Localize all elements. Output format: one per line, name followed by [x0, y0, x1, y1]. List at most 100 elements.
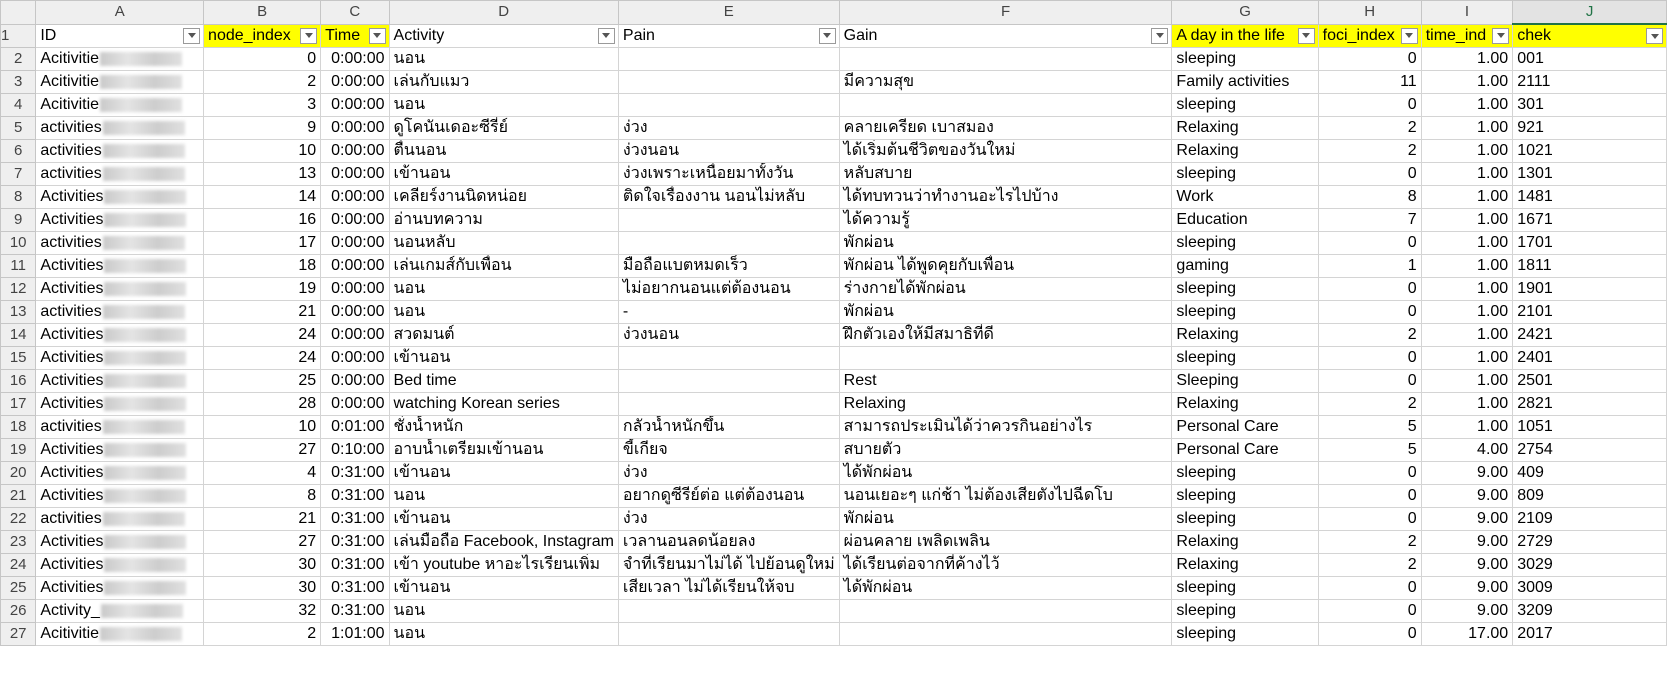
column-header-g[interactable]: G: [1171, 0, 1319, 25]
cell-time-index[interactable]: 1.00: [1420, 300, 1514, 324]
cell-id[interactable]: Activities: [35, 461, 205, 485]
cell-id[interactable]: Activities: [35, 484, 205, 508]
row-number[interactable]: 3: [0, 70, 37, 94]
cell-node-index[interactable]: 18: [203, 254, 322, 278]
cell-pain[interactable]: ติดใจเรื่องงาน นอนไม่หลับ: [617, 185, 840, 209]
cell-node-index[interactable]: 4: [203, 461, 322, 485]
cell-id[interactable]: Activities: [35, 346, 205, 370]
cell-id[interactable]: Activity_: [35, 599, 205, 623]
cell-time[interactable]: 0:00:00: [320, 139, 390, 163]
cell-pain[interactable]: ง่วงเพราะเหนื่อยมาทั้งวัน: [617, 162, 840, 186]
cell-day-in-life[interactable]: sleeping: [1171, 622, 1319, 646]
cell-activity[interactable]: เข้านอน: [388, 461, 619, 485]
cell-gain[interactable]: พักผ่อน ได้พูดคุยกับเพื่อน: [838, 254, 1173, 278]
cell-foci-index[interactable]: 0: [1317, 231, 1422, 255]
cell-node-index[interactable]: 17: [203, 231, 322, 255]
cell-foci-index[interactable]: 0: [1317, 622, 1422, 646]
cell-time-index[interactable]: 9.00: [1420, 507, 1514, 531]
cell-time[interactable]: 0:00:00: [320, 47, 390, 71]
row-number[interactable]: 24: [0, 553, 37, 577]
cell-pain[interactable]: เสียเวลา ไม่ได้เรียนให้จบ: [617, 576, 840, 600]
cell-foci-index[interactable]: 0: [1317, 47, 1422, 71]
cell-pain[interactable]: จำที่เรียนมาไม่ได้ ไปย้อนดูใหม่: [617, 553, 840, 577]
cell-time-index[interactable]: 1.00: [1420, 369, 1514, 393]
cell-foci-index[interactable]: 2: [1317, 553, 1422, 577]
cell-chek[interactable]: 1051: [1512, 415, 1667, 439]
cell-chek[interactable]: 301: [1512, 93, 1667, 117]
column-header-d[interactable]: D: [388, 0, 619, 25]
column-header-h[interactable]: H: [1317, 0, 1422, 25]
cell-gain[interactable]: มีความสุข: [838, 70, 1173, 94]
cell-time-index[interactable]: 9.00: [1420, 461, 1514, 485]
cell-time[interactable]: 0:00:00: [320, 369, 390, 393]
cell-foci-index[interactable]: 0: [1317, 93, 1422, 117]
row-number[interactable]: 22: [0, 507, 37, 531]
cell-id[interactable]: Activities: [35, 576, 205, 600]
cell-foci-index[interactable]: 8: [1317, 185, 1422, 209]
cell-chek[interactable]: 2421: [1512, 323, 1667, 347]
cell-time[interactable]: 0:00:00: [320, 392, 390, 416]
cell-foci-index[interactable]: 5: [1317, 438, 1422, 462]
cell-gain[interactable]: ได้เรียนต่อจากที่ค้างไว้: [838, 553, 1173, 577]
cell-chek[interactable]: 1901: [1512, 277, 1667, 301]
cell-id[interactable]: Acitivitie: [35, 93, 205, 117]
cell-id[interactable]: Acitivitie: [35, 622, 205, 646]
cell-node-index[interactable]: 30: [203, 576, 322, 600]
cell-activity[interactable]: อ่านบทความ: [388, 208, 619, 232]
cell-foci-index[interactable]: 0: [1317, 484, 1422, 508]
cell-gain[interactable]: พักผ่อน: [838, 300, 1173, 324]
column-header-i[interactable]: I: [1420, 0, 1514, 25]
filter-dropdown-icon[interactable]: [368, 27, 386, 44]
cell-pain[interactable]: กลัวน้ำหนักขึ้น: [617, 415, 840, 439]
cell-chek[interactable]: 2401: [1512, 346, 1667, 370]
cell-day-in-life[interactable]: Relaxing: [1171, 323, 1319, 347]
cell-gain[interactable]: [838, 93, 1173, 117]
cell-foci-index[interactable]: 7: [1317, 208, 1422, 232]
select-all-corner[interactable]: [0, 0, 37, 25]
filter-dropdown-icon[interactable]: [1646, 28, 1663, 44]
cell-pain[interactable]: [617, 231, 840, 255]
row-number[interactable]: 14: [0, 323, 37, 347]
cell-day-in-life[interactable]: Relaxing: [1171, 392, 1319, 416]
cell-gain[interactable]: สบายตัว: [838, 438, 1173, 462]
cell-time[interactable]: 0:00:00: [320, 254, 390, 278]
cell-time[interactable]: 0:31:00: [320, 576, 390, 600]
cell-node-index[interactable]: 28: [203, 392, 322, 416]
cell-day-in-life[interactable]: Personal Care: [1171, 415, 1319, 439]
column-header-a[interactable]: A: [35, 0, 205, 25]
cell-activity[interactable]: นอน: [388, 93, 619, 117]
filter-dropdown-icon[interactable]: [818, 27, 836, 44]
cell-foci-index[interactable]: 0: [1317, 599, 1422, 623]
cell-day-in-life[interactable]: sleeping: [1171, 162, 1319, 186]
cell-node-index[interactable]: 10: [203, 415, 322, 439]
row-number[interactable]: 16: [0, 369, 37, 393]
cell-gain[interactable]: คลายเครียด เบาสมอง: [838, 116, 1173, 140]
cell-node-index[interactable]: 9: [203, 116, 322, 140]
row-number[interactable]: 26: [0, 599, 37, 623]
cell-day-in-life[interactable]: sleeping: [1171, 277, 1319, 301]
cell-chek[interactable]: 1671: [1512, 208, 1667, 232]
cell-day-in-life[interactable]: sleeping: [1171, 576, 1319, 600]
cell-foci-index[interactable]: 0: [1317, 346, 1422, 370]
cell-day-in-life[interactable]: Personal Care: [1171, 438, 1319, 462]
cell-pain[interactable]: ง่วง: [617, 507, 840, 531]
cell-gain[interactable]: [838, 346, 1173, 370]
cell-time[interactable]: 0:31:00: [320, 507, 390, 531]
cell-time[interactable]: 0:31:00: [320, 599, 390, 623]
cell-time-index[interactable]: 17.00: [1420, 622, 1514, 646]
cell-gain[interactable]: ได้พักผ่อน: [838, 576, 1173, 600]
cell-time-index[interactable]: 1.00: [1420, 208, 1514, 232]
row-number[interactable]: 19: [0, 438, 37, 462]
cell-chek[interactable]: 2101: [1512, 300, 1667, 324]
cell-pain[interactable]: [617, 369, 840, 393]
cell-time[interactable]: 0:00:00: [320, 185, 390, 209]
cell-id[interactable]: Activities: [35, 369, 205, 393]
filter-dropdown-icon[interactable]: [597, 27, 615, 44]
cell-node-index[interactable]: 21: [203, 300, 322, 324]
column-header-c[interactable]: C: [320, 0, 390, 25]
cell-day-in-life[interactable]: sleeping: [1171, 47, 1319, 71]
cell-chek[interactable]: 001: [1512, 47, 1667, 71]
cell-day-in-life[interactable]: Relaxing: [1171, 530, 1319, 554]
cell-activity[interactable]: เข้านอน: [388, 346, 619, 370]
cell-foci-index[interactable]: 1: [1317, 254, 1422, 278]
